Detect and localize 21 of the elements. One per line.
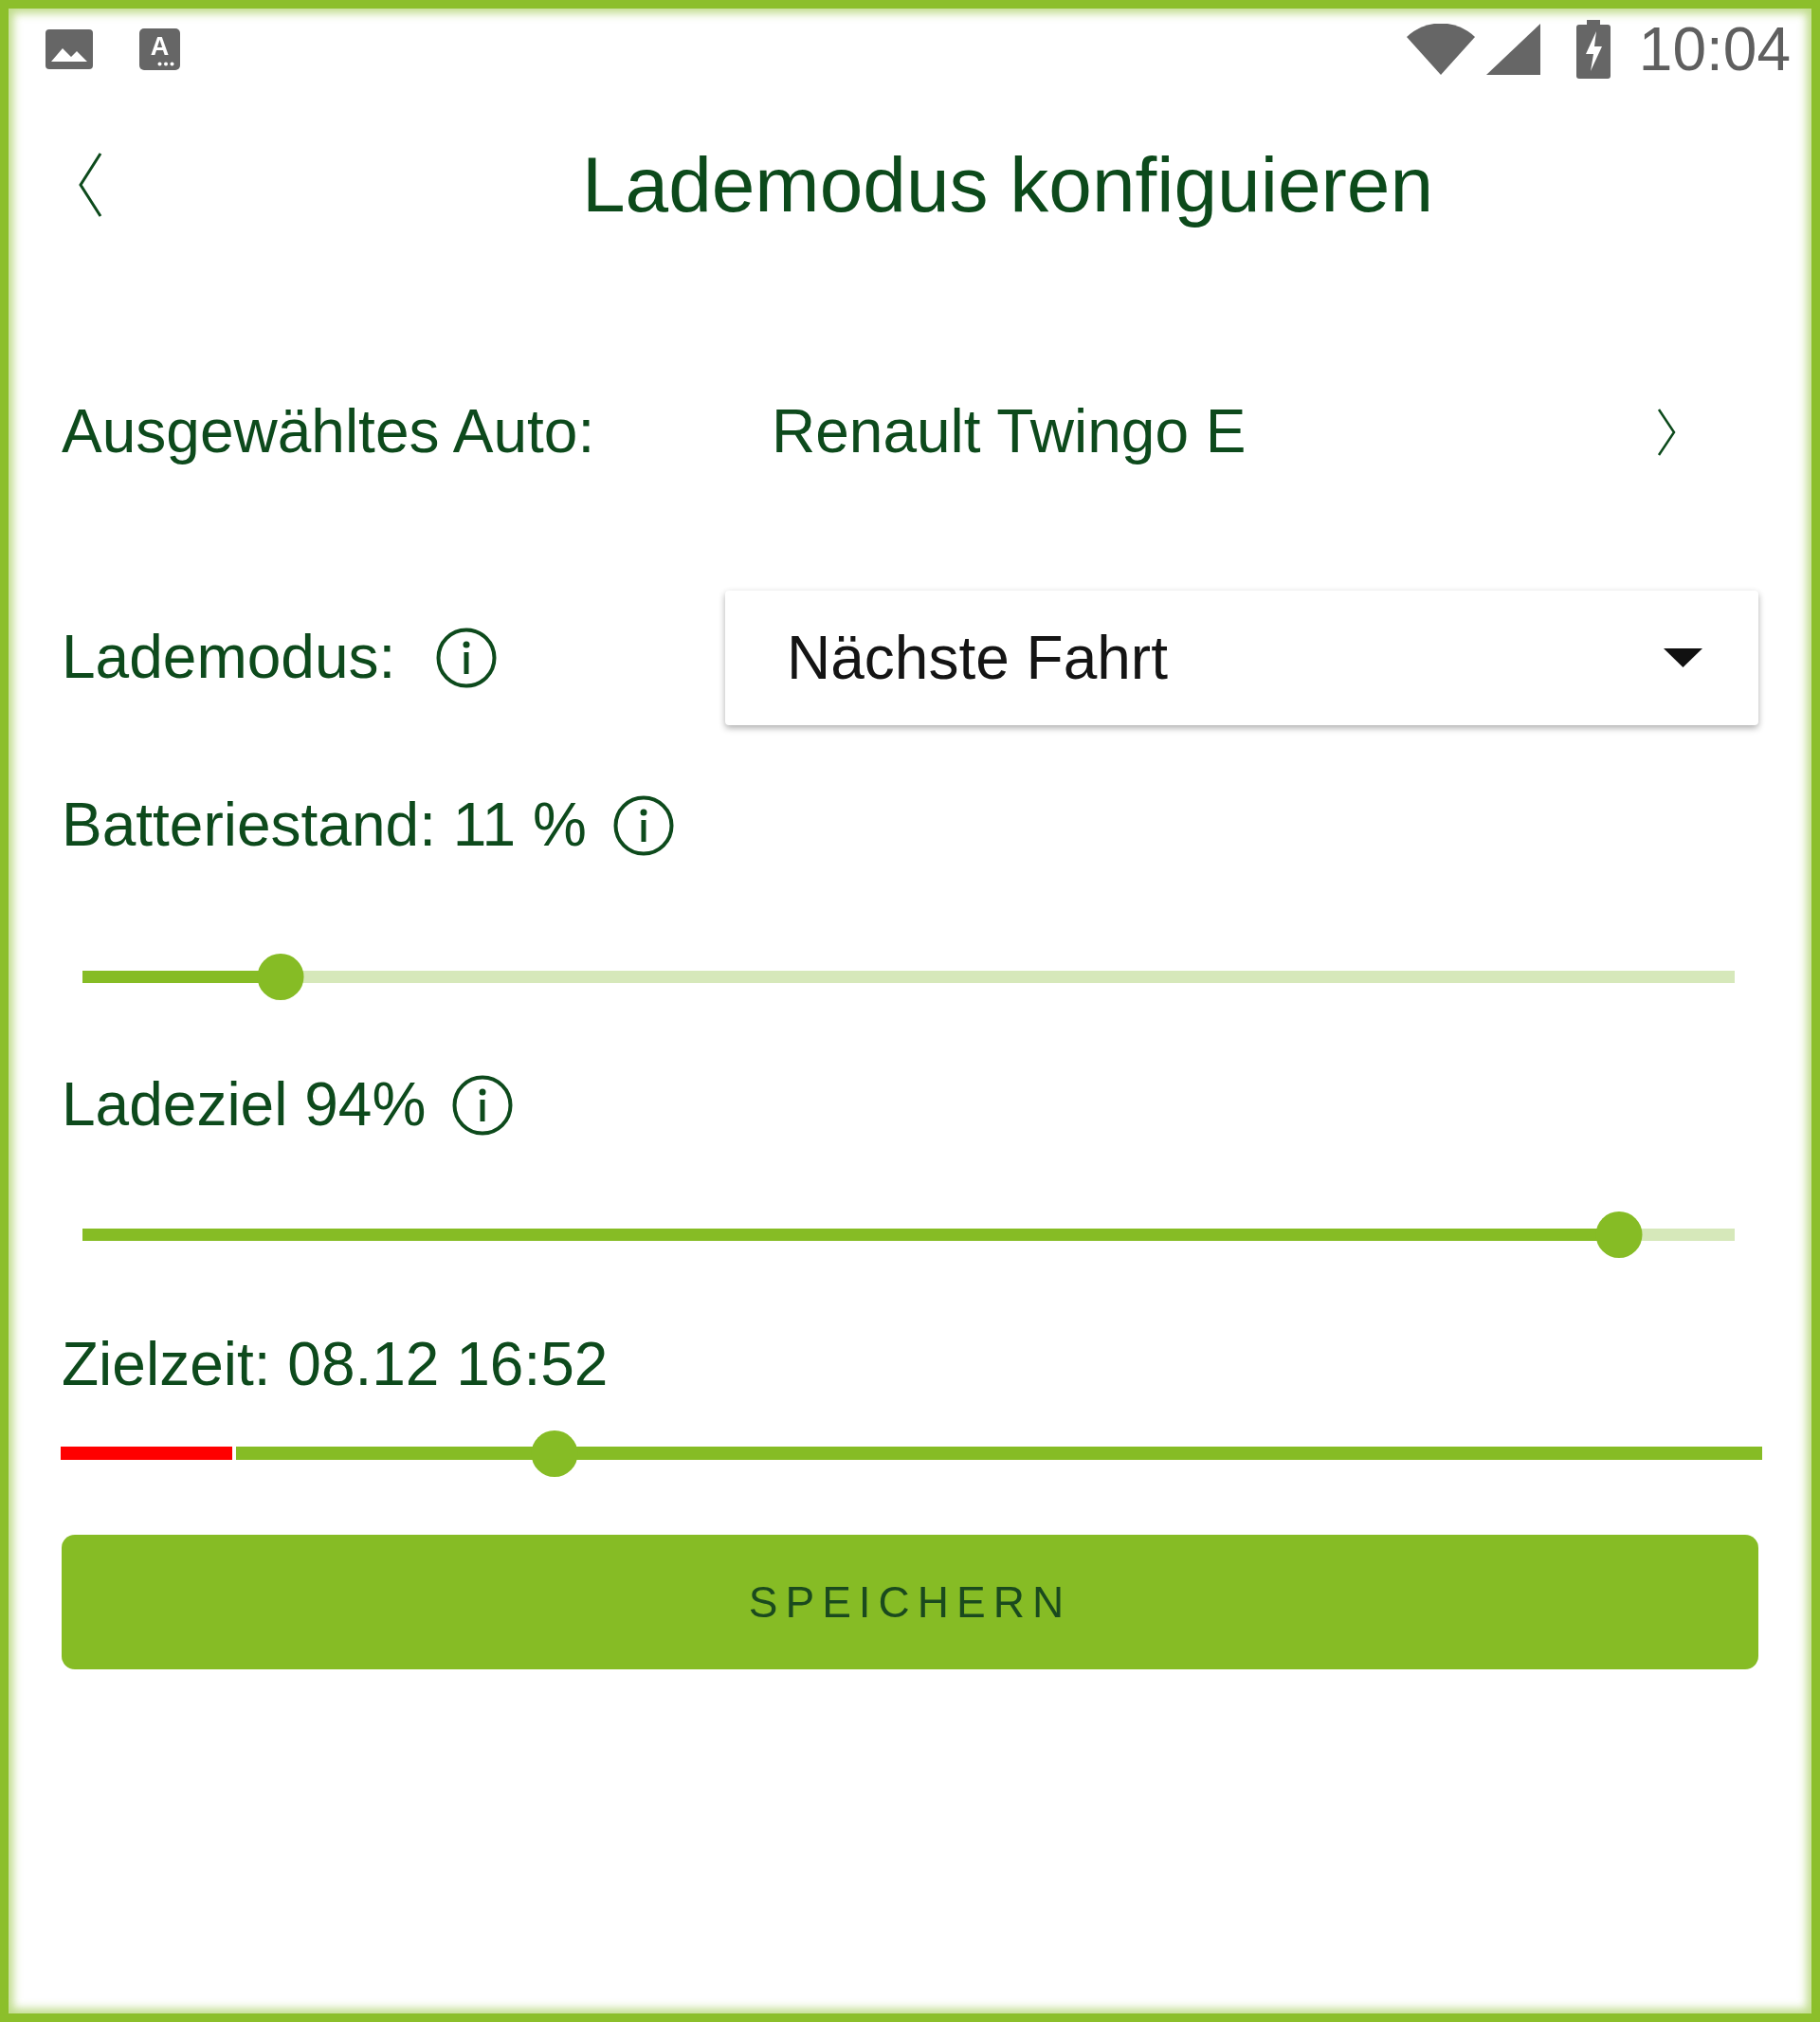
chevron-right-icon[interactable] [1656,408,1677,457]
image-notification-icon [46,29,93,69]
page-title: Lademodus konfiguieren [581,141,1434,228]
slider-label: Zielzeit: 08.12 16:52 [62,1330,609,1400]
slider-label: Batteriestand: 11 % [62,791,587,861]
field-label: Ausgewähltes Auto: [62,397,595,466]
back-button[interactable] [77,152,103,218]
mode-dropdown[interactable]: Nächste Fahrt [725,591,1758,725]
info-icon[interactable] [452,1075,514,1136]
letter-notification-icon: A [139,28,180,70]
clock-time: 10:04 [1638,19,1791,80]
caret-down-icon [1664,648,1702,667]
wifi-icon [1406,24,1475,75]
slider-label: Ladeziel 94% [62,1070,427,1140]
save-button[interactable]: SPEICHERN [62,1535,1758,1669]
info-icon[interactable] [436,628,498,688]
info-icon[interactable] [612,795,674,856]
signal-icon [1485,24,1540,75]
battery-charging-icon [1575,20,1611,79]
field-label: Lademodus: [62,623,396,693]
car-name-link[interactable]: Renault Twingo E [772,397,1656,467]
